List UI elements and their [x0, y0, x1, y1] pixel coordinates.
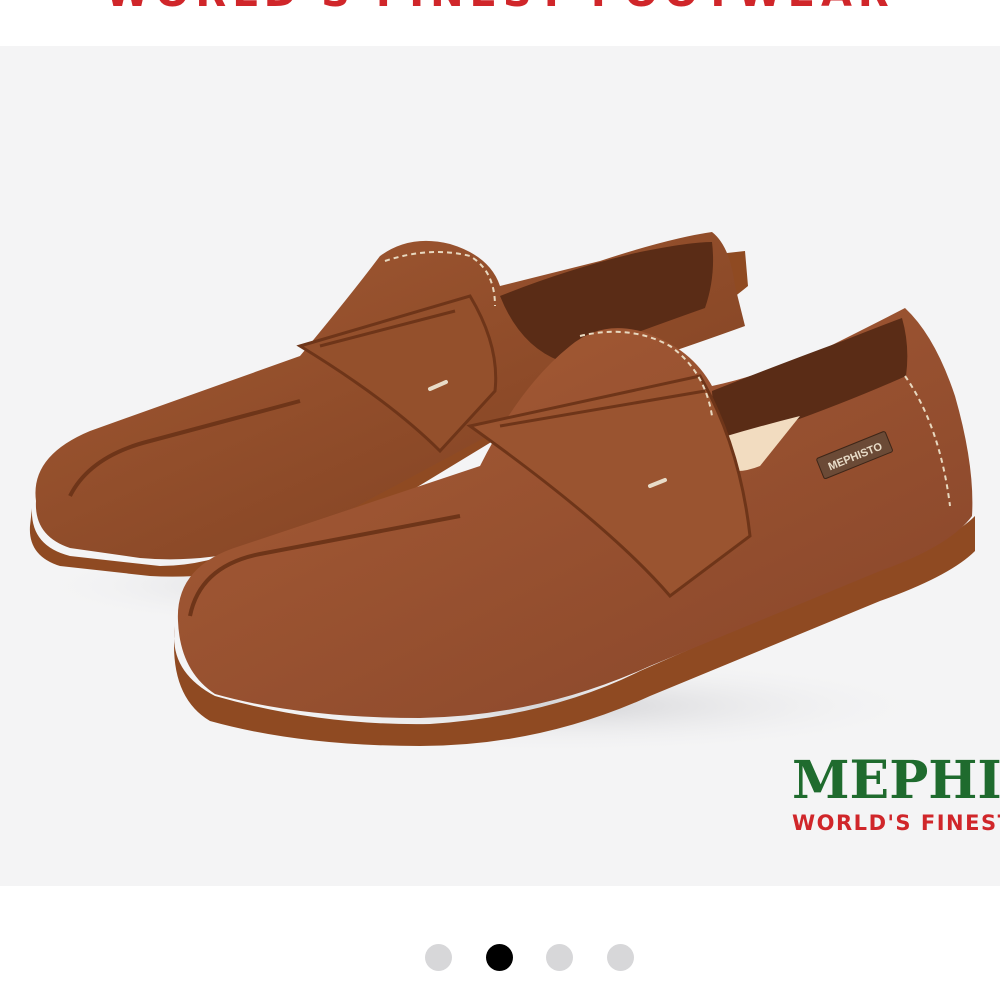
brand-logo: MEPHISTO WORLD'S FINEST FOOTWEAR	[792, 754, 1000, 836]
carousel-dot-2[interactable]	[486, 944, 513, 971]
top-tagline: WORLD'S FINEST FOOTWEAR	[0, 0, 1000, 16]
top-banner: WORLD'S FINEST FOOTWEAR	[0, 0, 1000, 46]
carousel-dot-4[interactable]	[607, 944, 634, 971]
product-image[interactable]: MEPHISTO MEPHISTO WORLD'S FINEST FOOTWEA…	[0, 46, 1000, 886]
brand-tagline: WORLD'S FINEST FOOTWEAR	[792, 811, 1000, 835]
carousel-dot-1[interactable]	[425, 944, 452, 971]
carousel-dot-3[interactable]	[546, 944, 573, 971]
product-page: WORLD'S FINEST FOOTWEAR	[0, 0, 1000, 1000]
brand-name: MEPHISTO	[792, 754, 1000, 811]
carousel-dots	[0, 886, 1000, 1000]
